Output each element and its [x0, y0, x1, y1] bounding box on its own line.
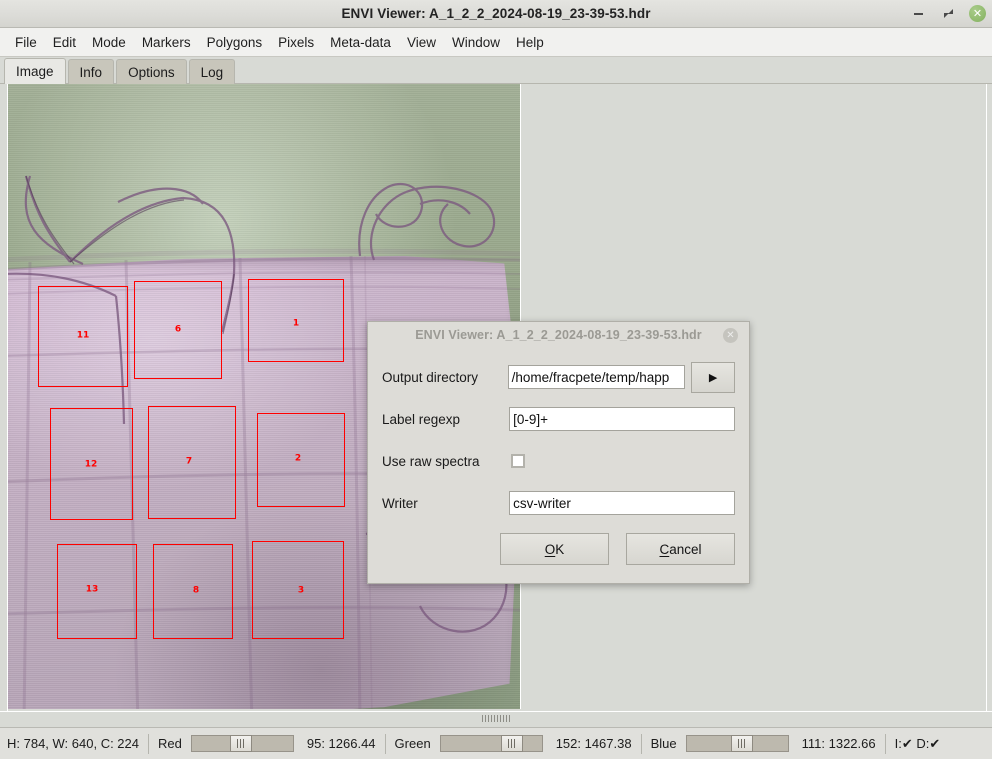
blue-channel-label: Blue: [650, 736, 677, 751]
dialog-button-row: OK Cancel: [368, 524, 749, 565]
menubar: File Edit Mode Markers Polygons Pixels M…: [0, 28, 992, 57]
roi-label-2: 2: [294, 453, 302, 464]
browse-directory-button[interactable]: ▶: [691, 361, 735, 393]
splitter-grip-icon: [482, 714, 510, 722]
use-raw-spectra-checkbox[interactable]: [511, 454, 525, 468]
label-regexp-input[interactable]: [0-9]+: [509, 407, 735, 431]
dialog-titlebar: ENVI Viewer: A_1_2_2_2024-08-19_23-39-53…: [368, 322, 749, 348]
red-channel-slider[interactable]: [190, 735, 294, 752]
roi-label-8: 8: [192, 585, 200, 596]
green-channel-value: 152: 1467.38: [555, 736, 632, 751]
menu-polygons[interactable]: Polygons: [199, 32, 271, 53]
roi-label-3: 3: [297, 585, 305, 596]
tab-image[interactable]: Image: [4, 58, 66, 84]
menu-view[interactable]: View: [399, 32, 444, 53]
maximize-icon[interactable]: [939, 5, 957, 23]
green-channel-label: Green: [394, 736, 431, 751]
menu-mode[interactable]: Mode: [84, 32, 134, 53]
tab-log[interactable]: Log: [188, 59, 236, 84]
minimize-icon[interactable]: [909, 5, 927, 23]
close-icon[interactable]: ✕: [969, 5, 986, 22]
statusbar-divider: [148, 733, 149, 754]
roi-label-11: 11: [76, 330, 90, 341]
menu-file[interactable]: File: [7, 32, 45, 53]
output-directory-label: Output directory: [382, 369, 479, 385]
window-title: ENVI Viewer: A_1_2_2_2024-08-19_23-39-53…: [341, 6, 651, 21]
panel-splitter[interactable]: [0, 711, 992, 724]
blue-channel-slider[interactable]: [685, 735, 789, 752]
red-channel-value: 95: 1266.44: [306, 736, 376, 751]
blue-channel-value: 111: 1322.66: [801, 736, 876, 751]
red-channel-thumb[interactable]: [230, 735, 253, 752]
menu-pixels[interactable]: Pixels: [270, 32, 322, 53]
roi-label-1: 1: [292, 318, 300, 329]
row-label-regexp: Label regexp [0-9]+: [382, 398, 735, 440]
roi-label-13: 13: [85, 584, 99, 595]
label-regexp-label: Label regexp: [382, 411, 461, 427]
envi-viewer-window: ENVI Viewer: A_1_2_2_2024-08-19_23-39-53…: [0, 0, 992, 759]
image-dimensions-text: H: 784, W: 640, C: 224: [7, 736, 139, 751]
export-dialog: ENVI Viewer: A_1_2_2_2024-08-19_23-39-53…: [367, 321, 750, 584]
window-controls: ✕: [909, 0, 986, 27]
cancel-button[interactable]: Cancel: [626, 533, 735, 565]
dialog-title: ENVI Viewer: A_1_2_2_2024-08-19_23-39-53…: [415, 328, 702, 342]
tab-options[interactable]: Options: [116, 59, 187, 84]
menu-window[interactable]: Window: [444, 32, 508, 53]
use-raw-spectra-label: Use raw spectra: [382, 453, 480, 469]
menu-markers[interactable]: Markers: [134, 32, 199, 53]
ok-button[interactable]: OK: [500, 533, 609, 565]
tabstrip: Image Info Options Log: [0, 57, 992, 84]
red-channel-label: Red: [158, 736, 182, 751]
dialog-close-icon[interactable]: ✕: [723, 327, 738, 343]
statusbar-divider: [884, 733, 886, 754]
menu-help[interactable]: Help: [508, 32, 552, 53]
writer-input[interactable]: csv-writer: [509, 491, 735, 515]
window-titlebar: ENVI Viewer: A_1_2_2_2024-08-19_23-39-53…: [0, 0, 992, 28]
cancel-mnemonic: C: [659, 541, 670, 557]
menu-meta-data[interactable]: Meta-data: [322, 32, 399, 53]
work-area: 11 6 1 12 7 2 13 8 3 ENVI Viewer: A_1_2_…: [0, 84, 992, 727]
writer-label: Writer: [382, 495, 418, 511]
menu-edit[interactable]: Edit: [45, 32, 84, 53]
row-output-directory: Output directory /home/fracpete/temp/hap…: [382, 356, 735, 398]
output-directory-input[interactable]: /home/fracpete/temp/happ: [507, 365, 686, 389]
green-channel-slider[interactable]: [439, 735, 543, 752]
cancel-label-rest: ancel: [669, 541, 702, 557]
roi-label-6: 6: [174, 324, 182, 335]
statusbar-divider: [640, 733, 642, 754]
green-channel-thumb[interactable]: [501, 735, 524, 752]
interpolation-dimension-flags: I:✔ D:✔: [894, 735, 941, 751]
roi-label-12: 12: [84, 459, 98, 470]
roi-label-7: 7: [185, 456, 193, 467]
ok-label-rest: K: [555, 541, 565, 557]
blue-channel-thumb[interactable]: [731, 735, 754, 752]
ok-mnemonic: O: [544, 541, 556, 557]
row-writer: Writer csv-writer: [382, 482, 735, 524]
statusbar: H: 784, W: 640, C: 224 Red 95: 1266.44 G…: [0, 727, 992, 759]
tab-info[interactable]: Info: [67, 59, 115, 84]
dialog-body: Output directory /home/fracpete/temp/hap…: [368, 348, 749, 524]
statusbar-divider: [384, 733, 386, 754]
row-use-raw-spectra: Use raw spectra: [382, 440, 735, 482]
